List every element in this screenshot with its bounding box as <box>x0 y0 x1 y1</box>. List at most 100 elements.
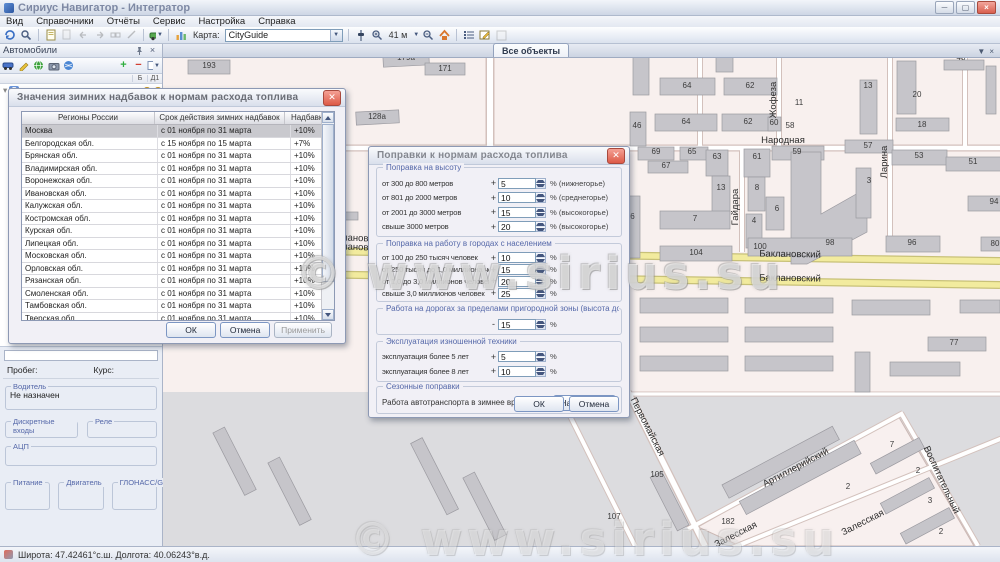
table-row[interactable]: Московская обл.с 01 ноября по 31 марта+1… <box>22 250 334 263</box>
table-row[interactable]: Курская обл.с 01 ноября по 31 марта+10% <box>22 225 334 238</box>
correction-value-input[interactable]: 20 <box>498 221 536 232</box>
minimize-button[interactable]: ─ <box>935 1 954 14</box>
table-row[interactable]: Белгородская обл.с 15 ноября по 15 марта… <box>22 138 334 151</box>
spin-down-icon[interactable] <box>536 258 545 263</box>
scroll-up-icon[interactable] <box>322 112 334 123</box>
map-select-combobox[interactable]: CityGuide ▼ <box>225 29 343 42</box>
menu-item-Сервис[interactable]: Сервис <box>153 16 186 27</box>
spin-down-icon[interactable] <box>536 212 545 217</box>
details-input[interactable] <box>4 350 158 361</box>
correction-value-input[interactable]: 15 <box>498 319 536 330</box>
column-period[interactable]: Срок действия зимних надбавок <box>155 112 285 124</box>
spin-down-icon[interactable] <box>536 357 545 362</box>
table-row[interactable]: Ивановская обл.с 01 ноября по 31 марта+1… <box>22 188 334 201</box>
ok-button[interactable]: ОК <box>514 396 564 412</box>
maximize-button[interactable]: ▢ <box>956 1 975 14</box>
table-row[interactable]: Рязанская обл.с 01 ноября по 31 марта+10… <box>22 275 334 288</box>
spinner-buttons[interactable] <box>536 276 546 287</box>
spin-down-icon[interactable] <box>536 324 545 329</box>
close-panel-icon[interactable]: × <box>146 45 159 57</box>
chevron-down-icon[interactable]: ▼ <box>413 32 419 38</box>
table-row[interactable]: Липецкая обл.с 01 ноября по 31 марта+10% <box>22 238 334 251</box>
spinner-buttons[interactable] <box>536 178 546 189</box>
cancel-button[interactable]: Отмена <box>220 322 270 338</box>
chart-icon[interactable] <box>174 29 188 42</box>
edit-icon[interactable] <box>17 60 30 72</box>
zoom-out-icon[interactable] <box>421 29 435 42</box>
table-row[interactable]: Владимирская обл.с 01 ноября по 31 марта… <box>22 163 334 176</box>
scroll-down-icon[interactable] <box>322 309 334 320</box>
list-column-Б[interactable]: Б <box>132 75 147 82</box>
tab-close-icon[interactable]: × <box>989 47 994 56</box>
correction-value-input[interactable]: 5 <box>498 178 536 189</box>
table-row[interactable]: Орловская обл.с 01 ноября по 31 марта+10… <box>22 263 334 276</box>
pin-icon[interactable] <box>133 45 146 57</box>
winter-dialog-close-icon[interactable]: ✕ <box>323 90 341 106</box>
correction-value-input[interactable]: 10 <box>498 192 536 203</box>
menu-item-Справочники[interactable]: Справочники <box>36 16 94 27</box>
world-icon[interactable] <box>62 60 75 72</box>
correction-value-input[interactable]: 5 <box>498 351 536 362</box>
home-view-icon[interactable] <box>437 29 451 42</box>
correction-value-input[interactable]: 10 <box>498 252 536 263</box>
spin-down-icon[interactable] <box>536 198 545 203</box>
spin-down-icon[interactable] <box>536 281 545 286</box>
zoom-slider-icon[interactable] <box>354 29 368 42</box>
zoom-in-icon[interactable] <box>370 29 384 42</box>
table-row[interactable]: Воронежская обл.с 01 ноября по 31 марта+… <box>22 175 334 188</box>
spinner-buttons[interactable] <box>536 319 546 330</box>
table-row[interactable]: Смоленская обл.с 01 ноября по 31 марта+1… <box>22 288 334 301</box>
undo-icon[interactable] <box>76 29 90 42</box>
close-button[interactable]: × <box>977 1 996 14</box>
spinner-buttons[interactable] <box>536 207 546 218</box>
cancel-button[interactable]: Отмена <box>569 396 619 412</box>
correction-value-input[interactable]: 25 <box>498 288 536 299</box>
table-row[interactable]: Костромская обл.с 01 ноября по 31 марта+… <box>22 213 334 226</box>
apply-button[interactable]: Применить <box>274 322 332 338</box>
link-icon[interactable] <box>108 29 122 42</box>
correction-value-input[interactable]: 10 <box>498 366 536 377</box>
spin-down-icon[interactable] <box>536 293 545 298</box>
list-column-Д1[interactable]: Д1 <box>147 75 162 82</box>
globe-icon[interactable] <box>32 60 45 72</box>
remove-vehicle-button[interactable]: − <box>132 60 145 72</box>
spin-down-icon[interactable] <box>536 270 545 275</box>
spinner-buttons[interactable] <box>536 252 546 263</box>
view-options-dropdown[interactable]: ▼ <box>147 60 160 72</box>
correction-value-input[interactable]: 15 <box>498 264 536 275</box>
add-vehicle-button[interactable]: + <box>117 60 130 72</box>
menu-item-Вид[interactable]: Вид <box>6 16 23 27</box>
correction-value-input[interactable]: 20 <box>498 276 536 287</box>
chain-icon[interactable] <box>124 29 138 42</box>
tab-all-objects[interactable]: Все объекты <box>493 43 569 57</box>
map-scale-value[interactable]: 41 м <box>389 30 408 40</box>
search-icon[interactable] <box>19 29 33 42</box>
correction-value-input[interactable]: 15 <box>498 207 536 218</box>
checkbox-icon[interactable] <box>494 29 508 42</box>
refresh-icon[interactable] <box>3 29 17 42</box>
spin-down-icon[interactable] <box>536 227 545 232</box>
table-row[interactable]: Калужская обл.с 01 ноября по 31 марта+10… <box>22 200 334 213</box>
notes-icon[interactable] <box>478 29 492 42</box>
table-row[interactable]: Тверская обл.с 01 ноября по 31 марта+10% <box>22 313 334 322</box>
list-view-icon[interactable] <box>462 29 476 42</box>
vehicle-icon[interactable] <box>2 60 15 72</box>
redo-icon[interactable] <box>92 29 106 42</box>
spinner-buttons[interactable] <box>536 351 546 362</box>
vehicle-track-icon[interactable]: ▼ <box>149 29 163 42</box>
scrollbar-thumb[interactable] <box>322 124 334 282</box>
spinner-buttons[interactable] <box>536 221 546 232</box>
copy-icon[interactable] <box>60 29 74 42</box>
camera-icon[interactable] <box>47 60 60 72</box>
table-row[interactable]: Москвас 01 ноября по 31 марта+10% <box>22 125 334 138</box>
corrections-dialog-close-icon[interactable]: ✕ <box>607 148 625 164</box>
spinner-buttons[interactable] <box>536 264 546 275</box>
spinner-buttons[interactable] <box>536 288 546 299</box>
spinner-buttons[interactable] <box>536 366 546 377</box>
table-row[interactable]: Тамбовская обл.с 01 ноября по 31 марта+1… <box>22 300 334 313</box>
menu-item-Отчёты[interactable]: Отчёты <box>107 16 140 27</box>
chevron-down-icon[interactable]: ▼ <box>330 30 342 41</box>
ok-button[interactable]: ОК <box>166 322 216 338</box>
edit-doc-icon[interactable] <box>44 29 58 42</box>
spinner-buttons[interactable] <box>536 192 546 203</box>
